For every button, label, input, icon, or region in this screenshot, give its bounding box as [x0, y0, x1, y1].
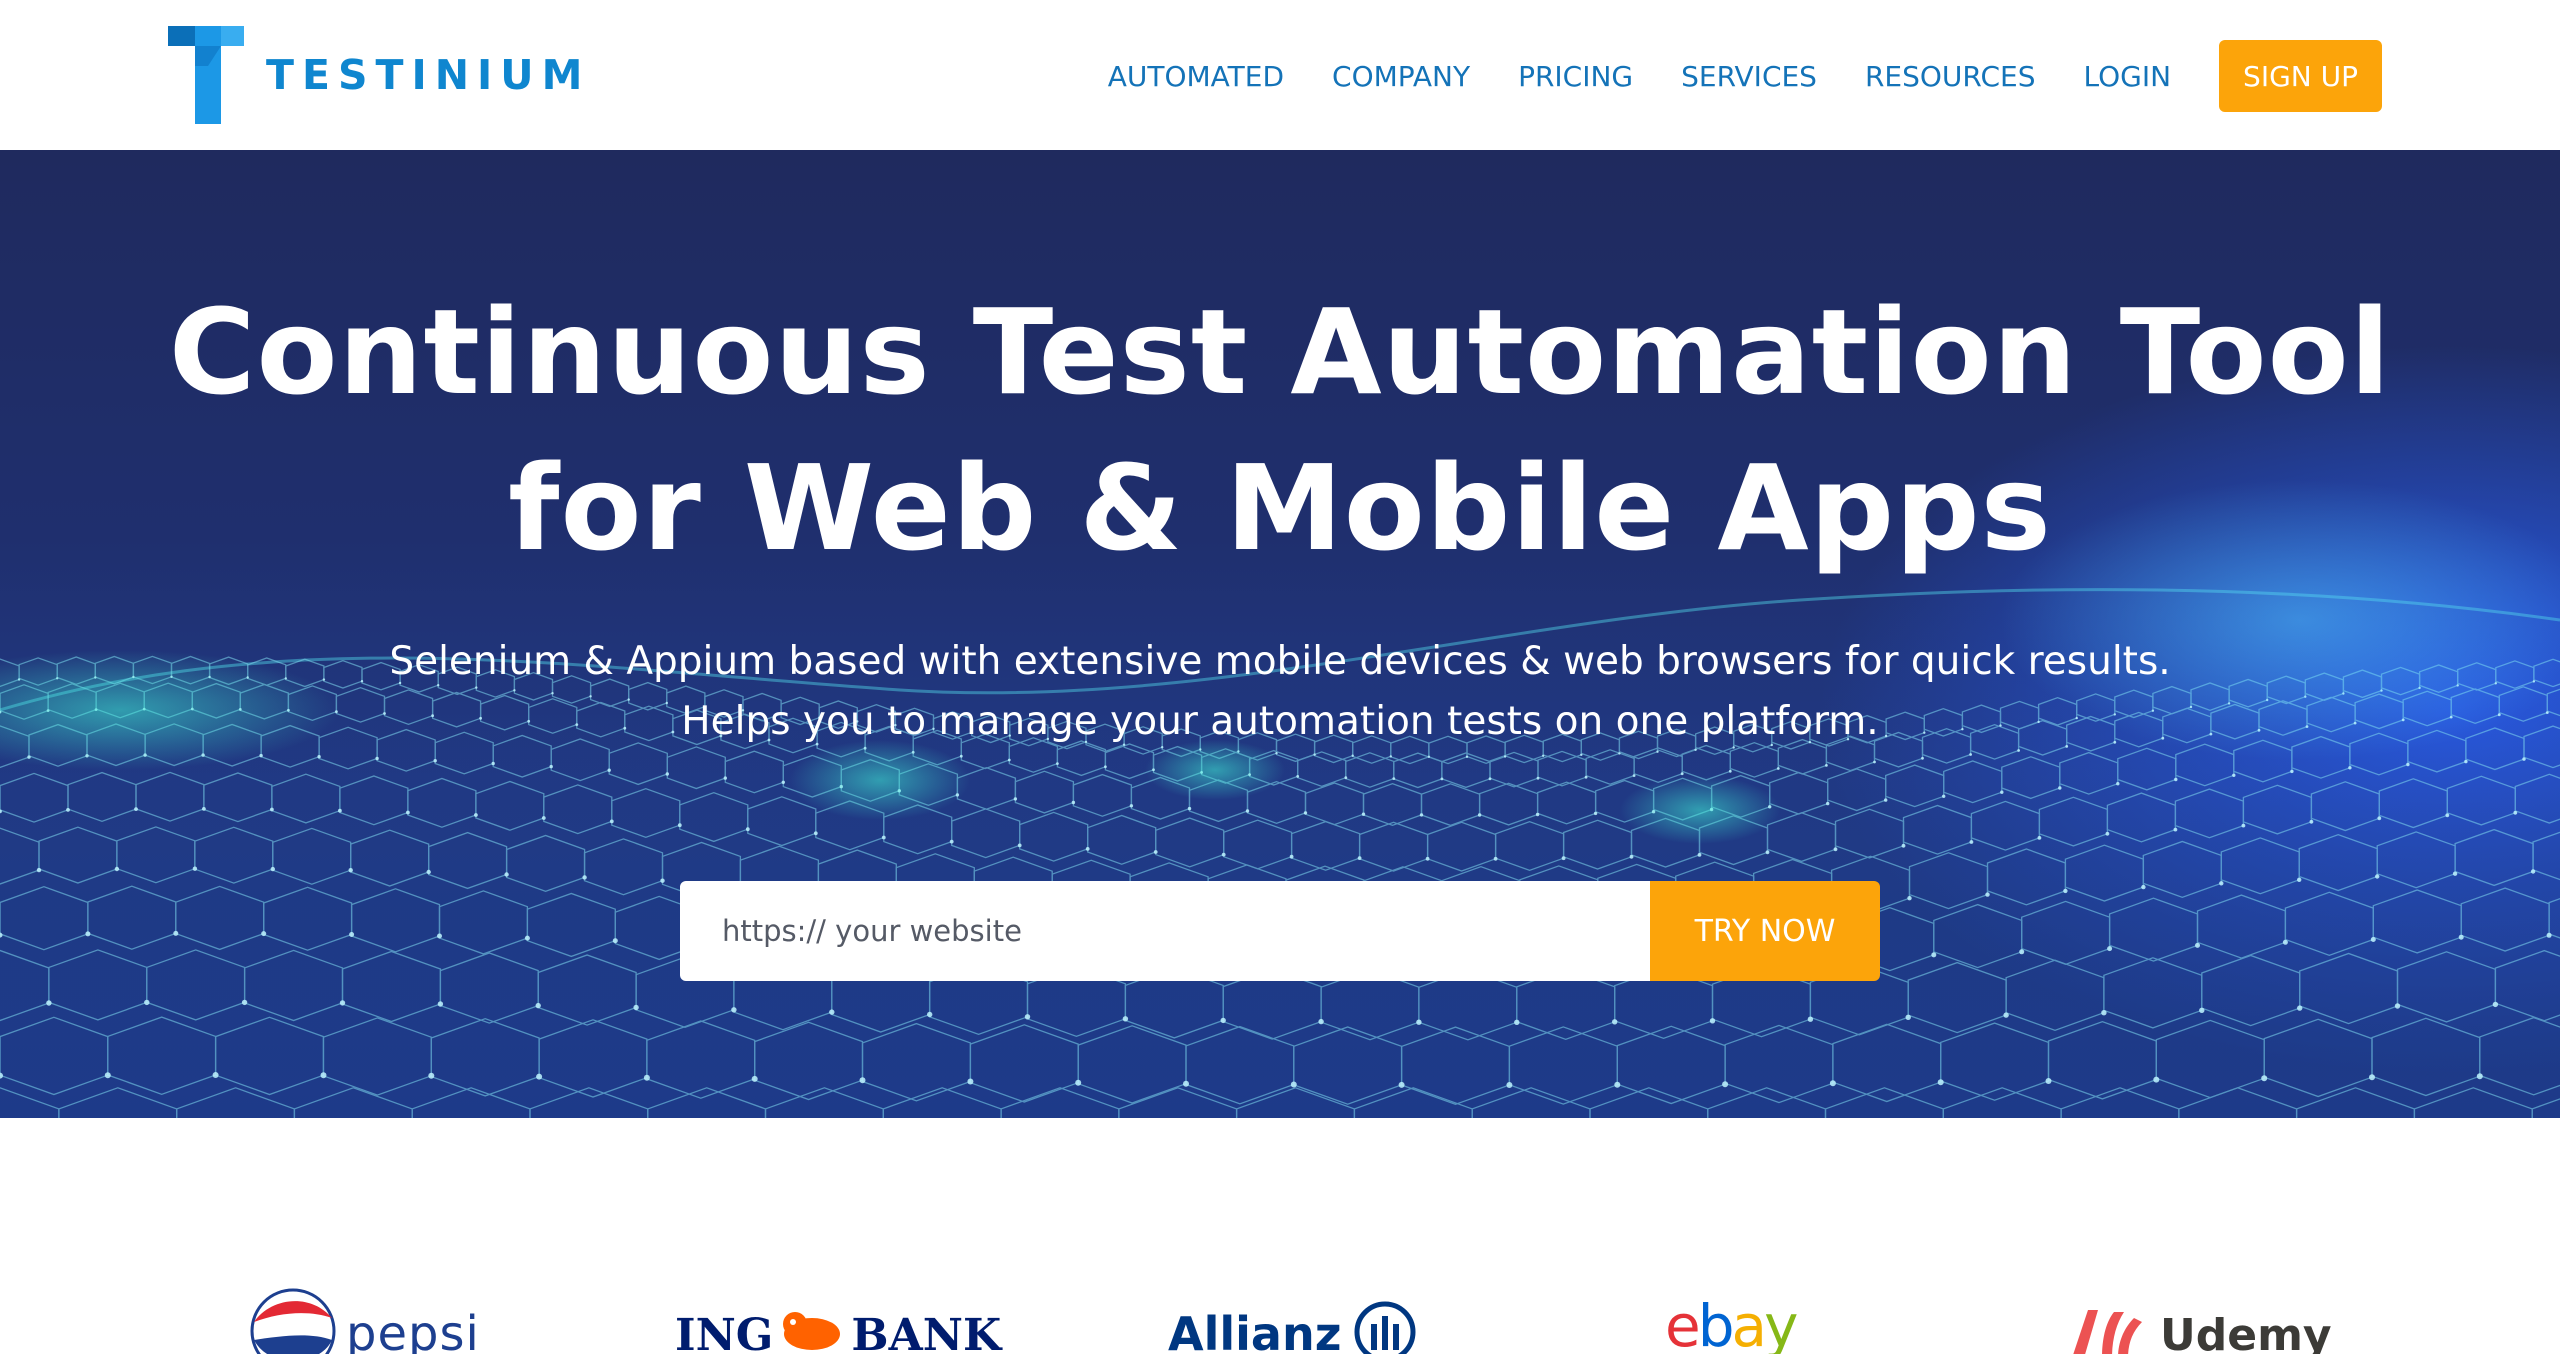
hero-subtitle-line1: Selenium & Appium based with extensive m…: [389, 639, 2171, 684]
nav-resources[interactable]: RESOURCES: [1865, 60, 2036, 93]
try-form: TRY NOW: [680, 881, 1880, 981]
client-name-udemy: Udemy: [2160, 1310, 2332, 1354]
signup-button[interactable]: SIGN UP: [2219, 40, 2382, 112]
client-logo-udemy: Udemy: [2066, 1288, 2332, 1354]
client-logo-ebay: ebay: [1665, 1288, 1798, 1354]
main-nav: AUTOMATED COMPANY PRICING SERVICES RESOU…: [1108, 40, 2382, 112]
hero-title-line2: for Web & Mobile Apps: [508, 439, 2052, 577]
hero-subtitle: Selenium & Appium based with extensive m…: [0, 632, 2560, 752]
website-url-input[interactable]: [680, 881, 1650, 981]
client-name-ing: ING: [675, 1310, 774, 1354]
pepsi-globe-icon: [250, 1288, 336, 1354]
brand-name: TESTINIUM: [266, 51, 591, 99]
nav-pricing[interactable]: PRICING: [1518, 60, 1633, 93]
hero-title: Continuous Test Automation Tool for Web …: [0, 274, 2560, 586]
client-logo-allianz: Allianz: [1168, 1288, 1417, 1354]
client-name-pepsi: pepsi: [346, 1306, 480, 1354]
try-now-button[interactable]: TRY NOW: [1650, 881, 1880, 981]
hero-title-line1: Continuous Test Automation Tool: [168, 283, 2392, 421]
hero-subtitle-line2: Helps you to manage your automation test…: [681, 699, 1879, 744]
client-name-allianz: Allianz: [1168, 1307, 1342, 1354]
client-logos: pepsi ING BANK Allianz ebay Udemy: [0, 1118, 2560, 1354]
testinium-logo-icon: [168, 26, 244, 124]
ing-lion-icon: [783, 1312, 841, 1350]
udemy-mark-icon: [2073, 1310, 2142, 1354]
allianz-eagle-icon: [1354, 1301, 1416, 1354]
client-logo-pepsi: pepsi: [250, 1288, 480, 1354]
client-logo-ing: ING BANK: [675, 1288, 1001, 1354]
client-name-ebay: ebay: [1665, 1292, 1798, 1354]
hero-section: Continuous Test Automation Tool for Web …: [0, 150, 2560, 1118]
nav-login[interactable]: LOGIN: [2084, 60, 2172, 93]
nav-services[interactable]: SERVICES: [1681, 60, 1817, 93]
client-name-ing-bank: BANK: [851, 1310, 1002, 1354]
nav-company[interactable]: COMPANY: [1332, 60, 1470, 93]
site-header: TESTINIUM AUTOMATED COMPANY PRICING SERV…: [0, 0, 2560, 150]
brand-logo[interactable]: TESTINIUM: [168, 26, 590, 124]
nav-automated[interactable]: AUTOMATED: [1108, 60, 1284, 93]
